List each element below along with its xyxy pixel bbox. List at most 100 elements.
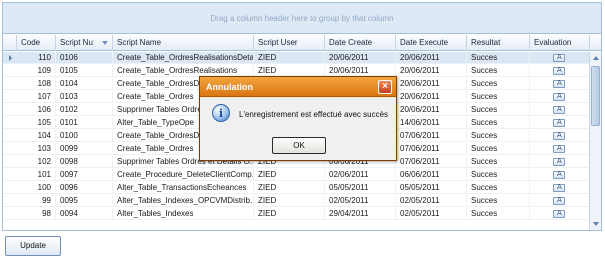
column-header-script-name[interactable]: Script Name <box>113 35 254 51</box>
cell-resultat[interactable]: Succes <box>467 156 530 168</box>
cell-resultat[interactable]: Succes <box>467 208 530 220</box>
cell-date-execute[interactable]: 20/06/2011 <box>396 91 467 103</box>
evaluation-icon[interactable] <box>553 92 565 101</box>
cell-script-user[interactable]: ZIED <box>254 182 325 194</box>
table-row[interactable]: 98 0094 Alter_Tables_Indexes ZIED 29/04/2011… <box>3 208 601 220</box>
cell-resultat[interactable]: Succes <box>467 65 530 77</box>
evaluation-icon[interactable] <box>553 79 565 88</box>
cell-date-create[interactable]: 20/06/2011 <box>325 52 396 64</box>
cell-script-user[interactable]: ZIED <box>254 195 325 207</box>
cell-resultat[interactable]: Succes <box>467 182 530 194</box>
cell-script-nu[interactable]: 0097 <box>56 169 113 181</box>
cell-script-name[interactable]: Alter_Tables_Indexes <box>113 208 254 220</box>
cell-date-create[interactable]: 29/04/2011 <box>325 208 396 220</box>
update-button[interactable]: Update <box>5 236 61 256</box>
scroll-down-arrow-icon[interactable] <box>590 218 601 230</box>
evaluation-icon[interactable] <box>553 196 565 205</box>
ok-button[interactable]: OK <box>272 137 326 154</box>
cell-code[interactable]: 110 <box>17 52 56 64</box>
cell-code[interactable]: 101 <box>17 169 56 181</box>
cell-code[interactable]: 102 <box>17 156 56 168</box>
evaluation-icon[interactable] <box>553 66 565 75</box>
cell-script-name[interactable]: Create_Procedure_DeleteClientComp... <box>113 169 254 181</box>
cell-date-execute[interactable]: 20/06/2011 <box>396 52 467 64</box>
cell-script-name[interactable]: Alter_Tables_Indexes_OPCVMDistrib... <box>113 195 254 207</box>
evaluation-icon[interactable] <box>553 53 565 62</box>
cell-resultat[interactable]: Succes <box>467 130 530 142</box>
cell-script-name[interactable]: Alter_Table_TransactionsEcheances <box>113 182 254 194</box>
cell-script-nu[interactable]: 0095 <box>56 195 113 207</box>
cell-date-create[interactable]: 02/05/2011 <box>325 195 396 207</box>
cell-resultat[interactable]: Succes <box>467 169 530 181</box>
table-row[interactable]: 100 0096 Alter_Table_TransactionsEcheances… <box>3 182 601 194</box>
column-header-date-create[interactable]: Date Create <box>325 35 396 51</box>
cell-resultat[interactable]: Succes <box>467 117 530 129</box>
column-header-resultat[interactable]: Resultat <box>467 35 530 51</box>
cell-script-user[interactable]: ZIED <box>254 208 325 220</box>
cell-script-nu[interactable]: 0105 <box>56 65 113 77</box>
cell-date-create[interactable]: 02/06/2011 <box>325 169 396 181</box>
cell-code[interactable]: 109 <box>17 65 56 77</box>
table-row[interactable]: 99 0095 Alter_Tables_Indexes_OPCVMDistrib.… <box>3 195 601 207</box>
cell-resultat[interactable]: Succes <box>467 52 530 64</box>
column-header-date-execute[interactable]: Date Execute <box>396 35 467 51</box>
column-header-code[interactable]: Code <box>17 35 56 51</box>
cell-date-execute[interactable]: 02/05/2011 <box>396 208 467 220</box>
cell-script-nu[interactable]: 0094 <box>56 208 113 220</box>
cell-script-nu[interactable]: 0096 <box>56 182 113 194</box>
cell-date-execute[interactable]: 20/06/2011 <box>396 104 467 116</box>
cell-script-nu[interactable]: 0106 <box>56 52 113 64</box>
cell-resultat[interactable]: Succes <box>467 104 530 116</box>
cell-code[interactable]: 98 <box>17 208 56 220</box>
cell-script-user[interactable]: ZIED <box>254 169 325 181</box>
evaluation-icon[interactable] <box>553 105 565 114</box>
cell-script-name[interactable]: Create_Table_OrdresRealisationsDetail <box>113 52 254 64</box>
evaluation-icon[interactable] <box>553 157 565 166</box>
cell-code[interactable]: 105 <box>17 117 56 129</box>
cell-date-execute[interactable]: 07/06/2011 <box>396 130 467 142</box>
cell-resultat[interactable]: Succes <box>467 78 530 90</box>
scroll-up-arrow-icon[interactable] <box>590 52 601 64</box>
cell-date-execute[interactable]: 07/06/2011 <box>396 143 467 155</box>
scroll-thumb[interactable] <box>591 66 600 126</box>
cell-date-execute[interactable]: 07/06/2011 <box>396 156 467 168</box>
cell-resultat[interactable]: Succes <box>467 195 530 207</box>
cell-code[interactable]: 108 <box>17 78 56 90</box>
cell-script-nu[interactable]: 0104 <box>56 78 113 90</box>
cell-code[interactable]: 107 <box>17 91 56 103</box>
cell-date-execute[interactable]: 06/06/2011 <box>396 169 467 181</box>
column-header-script-nu[interactable]: Script Nu <box>56 35 113 51</box>
cell-script-nu[interactable]: 0098 <box>56 156 113 168</box>
cell-script-nu[interactable]: 0101 <box>56 117 113 129</box>
cell-script-user[interactable]: ZIED <box>254 52 325 64</box>
table-row[interactable]: 110 0106 Create_Table_OrdresRealisationsDe… <box>3 52 601 64</box>
cell-date-execute[interactable]: 20/06/2011 <box>396 78 467 90</box>
cell-script-nu[interactable]: 0100 <box>56 130 113 142</box>
evaluation-icon[interactable] <box>553 118 565 127</box>
column-header-script-user[interactable]: Script User <box>254 35 325 51</box>
cell-resultat[interactable]: Succes <box>467 91 530 103</box>
group-by-panel[interactable]: Drag a column header here to group by th… <box>3 3 601 34</box>
cell-script-nu[interactable]: 0102 <box>56 104 113 116</box>
table-row[interactable]: 101 0097 Create_Procedure_DeleteClientComp… <box>3 169 601 181</box>
cell-code[interactable]: 106 <box>17 104 56 116</box>
cell-script-nu[interactable]: 0103 <box>56 91 113 103</box>
evaluation-icon[interactable] <box>553 183 565 192</box>
cell-date-create[interactable]: 05/05/2011 <box>325 182 396 194</box>
evaluation-icon[interactable] <box>553 131 565 140</box>
cell-date-execute[interactable]: 20/06/2011 <box>396 65 467 77</box>
cell-code[interactable]: 100 <box>17 182 56 194</box>
evaluation-icon[interactable] <box>553 209 565 218</box>
evaluation-icon[interactable] <box>553 170 565 179</box>
vertical-scrollbar[interactable] <box>589 52 601 230</box>
evaluation-icon[interactable] <box>553 144 565 153</box>
cell-code[interactable]: 103 <box>17 143 56 155</box>
cell-date-execute[interactable]: 02/05/2011 <box>396 195 467 207</box>
close-icon[interactable]: × <box>378 80 392 94</box>
column-header-evaluation[interactable]: Evaluation <box>530 35 590 51</box>
cell-code[interactable]: 104 <box>17 130 56 142</box>
cell-date-execute[interactable]: 05/05/2011 <box>396 182 467 194</box>
cell-code[interactable]: 99 <box>17 195 56 207</box>
cell-script-nu[interactable]: 0099 <box>56 143 113 155</box>
cell-resultat[interactable]: Succes <box>467 143 530 155</box>
